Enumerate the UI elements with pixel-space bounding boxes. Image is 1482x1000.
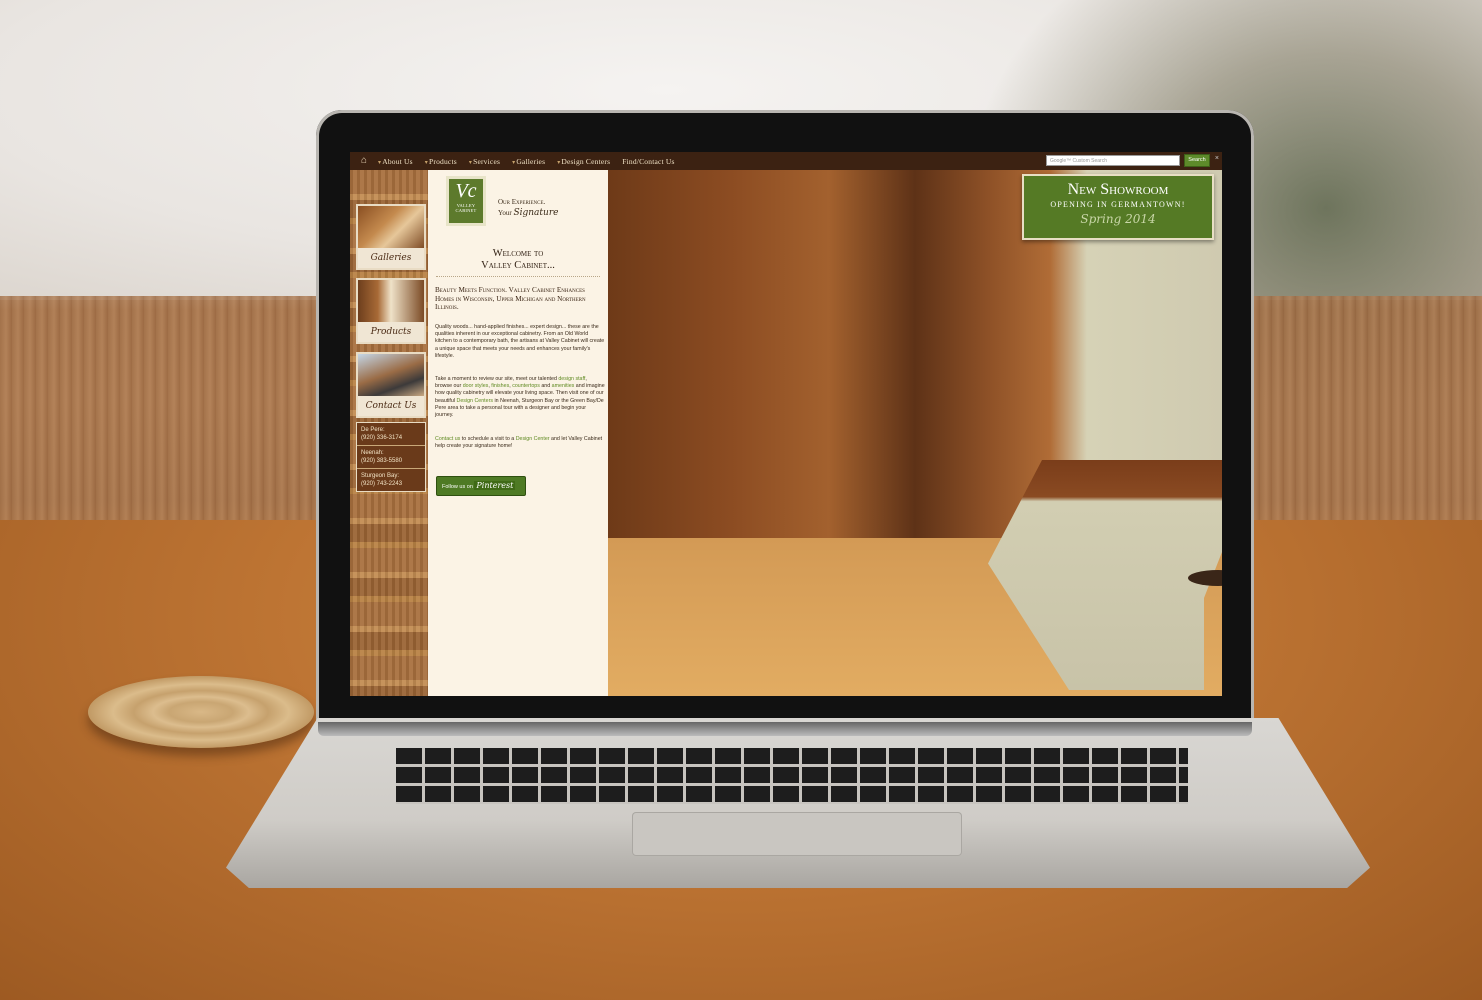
pinterest-button[interactable]: Follow us on Pinterest xyxy=(436,476,526,496)
phone-number[interactable]: (920) 383-5580 xyxy=(361,457,421,465)
design-centers-link[interactable]: Design Centers xyxy=(457,398,494,404)
door-styles-link[interactable]: door styles xyxy=(463,383,489,389)
nav-about-us[interactable]: ▾About Us xyxy=(372,157,419,166)
phone-number[interactable]: (920) 336-3174 xyxy=(361,434,421,442)
valley-cabinet-logo[interactable]: Vc VALLEY CABINET xyxy=(446,176,486,226)
nav-services[interactable]: ▾Services xyxy=(463,157,506,166)
amenities-link[interactable]: amenities xyxy=(552,383,575,389)
products-caption: Products xyxy=(358,322,424,342)
location-neenah: Neenah: (920) 383-5580 xyxy=(357,446,425,469)
laptop-screen: ⌂ ▾About Us ▾Products ▾Services ▾Galleri… xyxy=(350,152,1222,696)
laptop-keyboard xyxy=(396,748,1188,804)
products-thumbnail xyxy=(358,280,424,324)
divider xyxy=(436,276,600,277)
location-de-pere: De Pere: (920) 336-3174 xyxy=(357,423,425,446)
galleries-caption: Galleries xyxy=(358,248,424,268)
chevron-down-icon: ▾ xyxy=(378,159,382,166)
nav-galleries[interactable]: ▾Galleries xyxy=(506,157,551,166)
contact-us-tile[interactable]: Contact Us xyxy=(356,352,426,418)
galleries-tile[interactable]: Galleries xyxy=(356,204,426,270)
laptop-hinge xyxy=(318,722,1252,736)
contact-thumbnail xyxy=(358,354,424,398)
home-icon[interactable]: ⌂ xyxy=(356,155,372,167)
new-showroom-banner[interactable]: New Showroom OPENING IN GERMANTOWN! Spri… xyxy=(1022,174,1214,240)
tagline-signature: Your Signature xyxy=(498,208,559,218)
kitchen-island xyxy=(988,460,1222,690)
nav-design-centers[interactable]: ▾Design Centers xyxy=(551,157,616,166)
review-paragraph: Take a moment to review our site, meet o… xyxy=(435,376,605,419)
chevron-down-icon: ▾ xyxy=(557,159,561,166)
location-list: De Pere: (920) 336-3174 Neenah: (920) 38… xyxy=(356,422,426,492)
chevron-down-icon: ▾ xyxy=(468,159,473,166)
intro-paragraph: Quality woods... hand-applied finishes..… xyxy=(435,324,605,359)
search-input[interactable]: Google™ Custom Search xyxy=(1046,155,1180,166)
pinterest-logo: Pinterest xyxy=(474,481,516,490)
tagline: Our Experience. xyxy=(498,198,546,206)
finishes-link[interactable]: finishes xyxy=(491,383,509,389)
contact-paragraph: Contact us to schedule a visit to a Desi… xyxy=(435,436,603,450)
chevron-down-icon: ▾ xyxy=(424,159,428,166)
top-navbar: ⌂ ▾About Us ▾Products ▾Services ▾Galleri… xyxy=(350,152,1222,170)
nav-find-contact[interactable]: Find/Contact Us xyxy=(616,157,680,166)
lead-paragraph: Beauty Meets Function. Valley Cabinet En… xyxy=(435,286,586,312)
search-button[interactable]: Search xyxy=(1184,154,1210,167)
chevron-down-icon: ▾ xyxy=(512,159,516,166)
welcome-heading: Welcome to Valley Cabinet... xyxy=(481,248,555,271)
nav-products[interactable]: ▾Products xyxy=(419,157,463,166)
kitchen-hero-image: New Showroom OPENING IN GERMANTOWN! Spri… xyxy=(608,170,1222,696)
location-sturgeon-bay: Sturgeon Bay: (920) 743-2243 xyxy=(357,469,425,491)
close-icon[interactable]: × xyxy=(1215,155,1219,162)
products-tile[interactable]: Products xyxy=(356,278,426,344)
contact-us-link[interactable]: Contact us xyxy=(435,436,460,442)
laptop-trackpad[interactable] xyxy=(632,812,962,856)
design-staff-link[interactable]: design staff xyxy=(558,376,585,382)
wood-sidebar: Galleries Products Contact Us De Pere: (… xyxy=(350,170,428,696)
welcome-content: Vc VALLEY CABINET Our Experience. Your S… xyxy=(428,170,608,696)
contact-caption: Contact Us xyxy=(358,396,424,416)
design-center-link[interactable]: Design Center xyxy=(516,436,550,442)
phone-number[interactable]: (920) 743-2243 xyxy=(361,480,421,488)
wooden-coaster xyxy=(88,676,314,748)
countertops-link[interactable]: countertops xyxy=(512,383,540,389)
galleries-thumbnail xyxy=(358,206,424,250)
